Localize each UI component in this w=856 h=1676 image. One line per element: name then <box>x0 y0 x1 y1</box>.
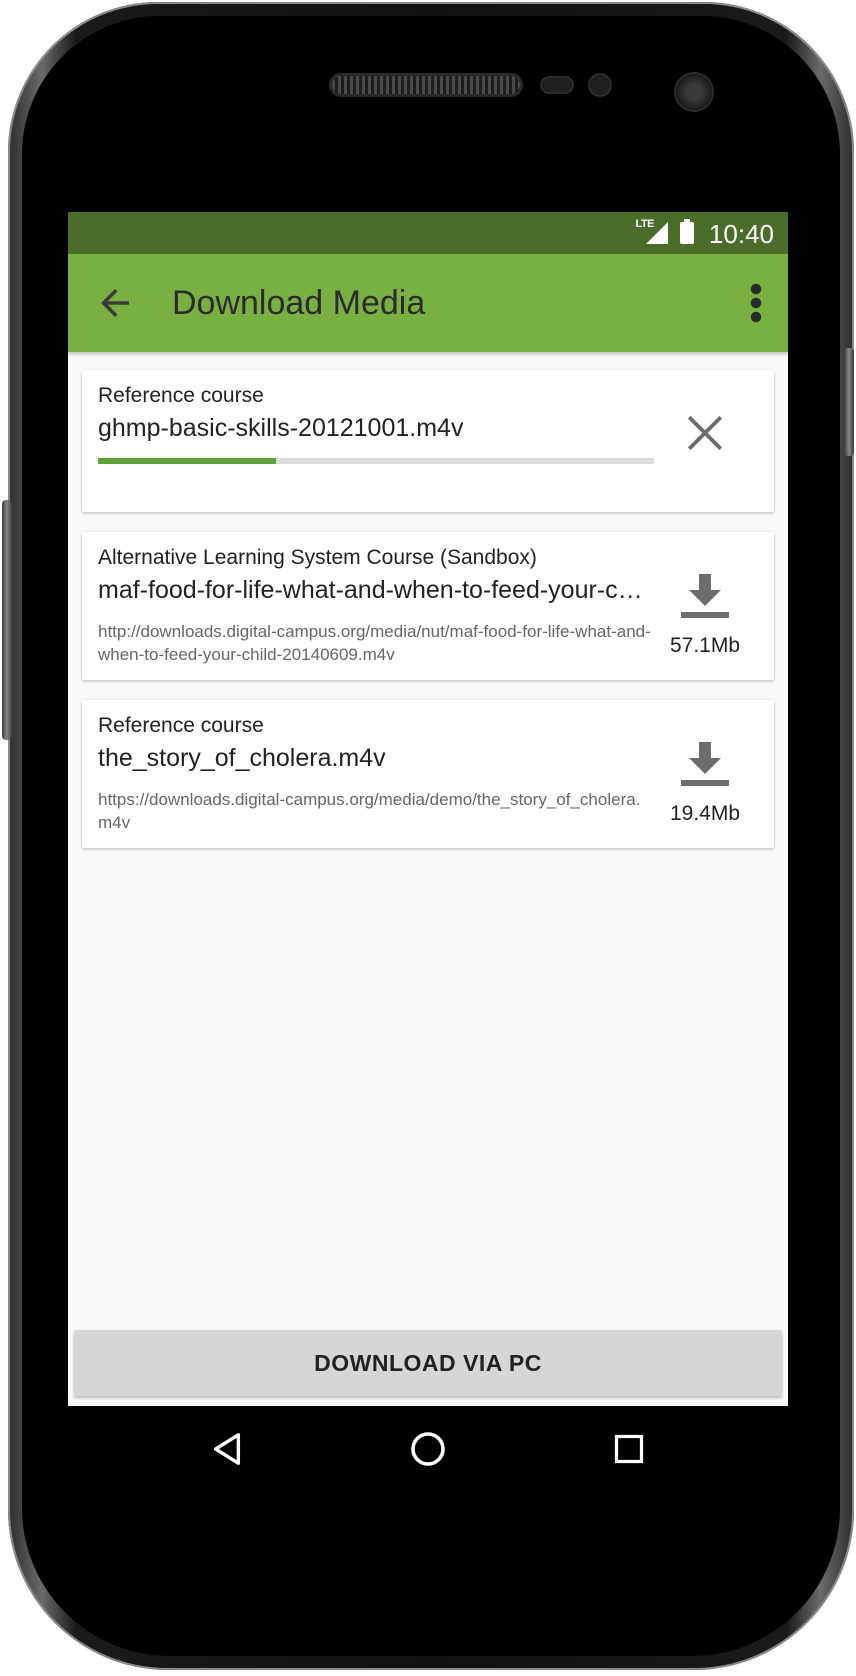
file-size: 57.1Mb <box>669 634 741 657</box>
power-button <box>844 348 854 456</box>
course-name: Alternative Learning System Course (Sand… <box>98 546 537 569</box>
app-bar: Download Media <box>68 254 788 352</box>
overflow-menu-icon[interactable] <box>748 282 764 324</box>
nav-recents-icon[interactable] <box>614 1434 644 1464</box>
battery-icon <box>680 219 694 244</box>
status-bar: LTE 10:40 <box>68 212 788 254</box>
proximity-sensor <box>542 78 572 92</box>
media-filename: the_story_of_cholera.m4v <box>98 744 386 772</box>
nav-home-icon[interactable] <box>410 1431 446 1467</box>
download-icon[interactable] <box>679 574 731 618</box>
status-time: 10:40 <box>708 219 774 249</box>
nav-back-icon[interactable] <box>210 1432 244 1466</box>
media-filename: ghmp-basic-skills-20121001.m4v <box>98 414 464 442</box>
volume-button <box>2 500 12 740</box>
front-camera <box>676 74 712 110</box>
media-url: http://downloads.digital-campus.org/medi… <box>98 622 651 664</box>
cancel-download-icon[interactable] <box>684 412 726 454</box>
file-size: 19.4Mb <box>669 802 741 825</box>
media-filename: maf-food-for-life-what-and-when-to-feed-… <box>98 576 654 604</box>
light-sensor <box>590 75 610 95</box>
course-name: Reference course <box>98 384 264 407</box>
download-item[interactable]: Reference course the_story_of_cholera.m4… <box>82 700 774 848</box>
download-via-pc-button[interactable]: DOWNLOAD VIA PC <box>74 1330 782 1396</box>
media-url: https://downloads.digital-campus.org/med… <box>98 790 641 832</box>
download-icon[interactable] <box>679 742 731 786</box>
earpiece-speaker <box>332 76 520 94</box>
download-item-downloading[interactable]: Reference course ghmp-basic-skills-20121… <box>82 370 774 512</box>
app-screen: LTE 10:40 Download Media Reference cours… <box>68 212 788 1492</box>
system-nav-bar <box>68 1406 788 1492</box>
download-progress-bar <box>98 458 654 464</box>
signal-icon <box>646 222 668 244</box>
course-name: Reference course <box>98 714 264 737</box>
page-title: Download Media <box>172 284 426 322</box>
download-progress-fill <box>98 458 276 464</box>
back-arrow-icon[interactable] <box>94 282 136 324</box>
download-item[interactable]: Alternative Learning System Course (Sand… <box>82 532 774 680</box>
